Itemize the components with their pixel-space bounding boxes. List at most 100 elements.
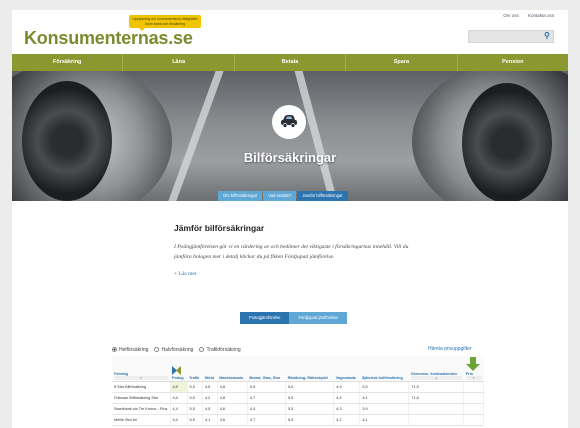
radio-label: Halvförsäkring xyxy=(161,347,194,353)
col-header-stold[interactable]: Stöld xyxy=(202,356,218,382)
cell xyxy=(463,414,484,426)
company-name[interactable]: If Stor Bilförsäkring xyxy=(112,381,171,393)
nav-item-spara[interactable]: Spara xyxy=(346,54,458,71)
cell xyxy=(463,381,484,393)
tab-om-bilforsakringar[interactable]: Om bilförsäkringar xyxy=(218,191,263,201)
search-icon[interactable]: ⚲ xyxy=(544,31,550,40)
company-name[interactable]: Folksam Bilförsäkring Stor xyxy=(112,392,171,404)
page: Konsumenternas.se Upplysning om konsumen… xyxy=(12,10,568,428)
nav-item-lana[interactable]: Låna xyxy=(123,54,235,71)
radio-icon[interactable] xyxy=(199,347,205,352)
hero-tabs: Om bilförsäkringar Vad ersätts? Jämför b… xyxy=(218,191,349,201)
top-links: Om oss Kontakta oss xyxy=(495,13,554,18)
cell-points: 4,4 xyxy=(170,392,188,404)
cell: 4,5 xyxy=(202,381,218,393)
sort-icon[interactable]: ▲ xyxy=(410,376,462,380)
cell: 4,7 xyxy=(247,392,287,404)
col-header-sjalvrisk[interactable]: Självrisk bolförsäkring xyxy=(359,356,409,382)
header: Konsumenternas.se Upplysning om konsumen… xyxy=(12,10,568,54)
cell: 5,5 xyxy=(285,392,335,404)
cell: 5,5 xyxy=(187,392,203,404)
table-row[interactable]: If Stor Bilförsäkring 4,5 5,5 4,5 4,8 5,… xyxy=(112,381,484,393)
col-header-vagnskada[interactable]: Vagnskada xyxy=(333,356,360,382)
tab-jamfor-bilforsakringar[interactable]: Jämför bilförsäkringar xyxy=(297,191,348,201)
road-marking xyxy=(168,71,224,201)
col-header-kostnadsindex[interactable]: Genomsn. kostnadsindex ▲ xyxy=(408,356,464,382)
konsumenternas-icon xyxy=(172,366,181,375)
nav-item-forsakring[interactable]: Försäkring xyxy=(12,54,124,71)
nav-item-betala[interactable]: Betala xyxy=(235,54,347,71)
cell: 4,4 xyxy=(333,392,361,404)
cell: 5,5 xyxy=(187,414,203,426)
radio-label: Trafikförsäkring xyxy=(206,347,241,353)
cell: 5,5 xyxy=(187,381,203,393)
cell: 5,5 xyxy=(359,381,410,393)
col-header-raddning[interactable]: Räddning, Rättsskydd xyxy=(285,356,334,382)
page-title: Jämför bilförsäkringar xyxy=(174,223,265,233)
cell: 5,5 xyxy=(187,403,203,415)
cell: 4,2 xyxy=(333,414,361,426)
insurance-type-filter: Helförsäkring Halvförsäkring Trafikförsä… xyxy=(112,347,247,353)
read-more-link[interactable]: + Läs mer xyxy=(174,271,414,277)
cell: 4,2 xyxy=(202,392,218,404)
tab-poangjamforelse[interactable]: Poängjämförelse xyxy=(240,312,290,324)
col-header-maskinskada[interactable]: Maskinskada xyxy=(217,356,248,382)
comparison-table: Företag ▼ Poäng Trafik Stöld Maskinskada … xyxy=(112,356,484,426)
radio-icon[interactable] xyxy=(154,347,160,352)
col-header-points[interactable]: Poäng xyxy=(170,356,188,382)
tab-vad-ersatts[interactable]: Vad ersätts? xyxy=(263,191,297,201)
intro-text: I Poängjämförelsen gör vi en värdering a… xyxy=(174,244,409,260)
cell: 4,3 xyxy=(333,403,361,415)
radio-selected-icon[interactable] xyxy=(112,347,117,352)
wheel-image-right xyxy=(462,83,552,201)
col-header-pris[interactable]: Pris ▼ xyxy=(463,356,484,382)
col-header-trafik[interactable]: Trafik xyxy=(187,356,203,382)
search-input[interactable] xyxy=(468,30,554,43)
radio-trafikforsakring[interactable]: Trafikförsäkring xyxy=(199,347,241,353)
radio-helforsakring[interactable]: Helförsäkring xyxy=(112,347,148,353)
company-name[interactable]: Swedbank via Tre Kronor - Plus xyxy=(112,403,171,415)
about-link[interactable]: Om oss xyxy=(503,13,519,18)
car-icon xyxy=(281,115,297,128)
cell-points: 4,4 xyxy=(170,403,188,415)
cell: 71,6 xyxy=(408,392,465,404)
table-row[interactable]: Mellie Stor bil 4,4 5,5 4,1 4,6 4,7 5,5 … xyxy=(112,414,484,426)
table-header-row: Företag ▼ Poäng Trafik Stöld Maskinskada … xyxy=(112,356,484,382)
cell: 4,6 xyxy=(217,403,248,415)
cell: 4,1 xyxy=(359,392,410,404)
cell: 4,7 xyxy=(247,414,287,426)
cell: 4,8 xyxy=(217,381,248,393)
cell: 4,1 xyxy=(359,414,410,426)
cell xyxy=(408,414,465,426)
tab-fordjupad-jamforelse[interactable]: Fördjupad jämförelse xyxy=(289,312,347,324)
col-header-brand[interactable]: Brand, Glas, Stor xyxy=(247,356,286,382)
radio-halvforsakring[interactable]: Halvförsäkring xyxy=(154,347,193,353)
wheel-image-left xyxy=(22,81,112,201)
cell: 4,4 xyxy=(247,403,287,415)
cell: 5,6 xyxy=(285,381,335,393)
cell: 4,6 xyxy=(217,414,248,426)
main-nav: Försäkring Låna Betala Spara Pension xyxy=(12,54,568,71)
cell: 4,9 xyxy=(333,381,361,393)
sort-icon[interactable]: ▼ xyxy=(465,376,482,380)
contact-link[interactable]: Kontakta oss xyxy=(528,13,554,18)
cell xyxy=(463,392,484,404)
table-row[interactable]: Swedbank via Tre Kronor - Plus 4,4 5,5 4… xyxy=(112,403,484,415)
nav-item-pension[interactable]: Pension xyxy=(458,54,568,71)
company-name[interactable]: Mellie Stor bil xyxy=(112,414,171,426)
col-header-company[interactable]: Företag ▼ xyxy=(112,356,170,382)
cell-points: 4,5 xyxy=(170,381,188,393)
cell: 3,9 xyxy=(359,403,410,415)
road-marking xyxy=(294,71,338,201)
cell: 4,8 xyxy=(217,392,248,404)
cell xyxy=(408,403,465,415)
main-content: Jämför bilförsäkringar I Poängjämförelse… xyxy=(174,223,414,277)
cell: 71,9 xyxy=(408,381,465,393)
cell: 5,5 xyxy=(247,381,287,393)
arrow-down-icon xyxy=(465,357,480,371)
cell-points: 4,4 xyxy=(170,414,188,426)
sort-icon[interactable]: ▼ xyxy=(114,376,168,380)
download-prices-link[interactable]: Hämta prisuppgifter xyxy=(428,346,472,352)
table-row[interactable]: Folksam Bilförsäkring Stor 4,4 5,5 4,2 4… xyxy=(112,392,484,404)
site-logo[interactable]: Konsumenternas.se xyxy=(24,28,193,49)
